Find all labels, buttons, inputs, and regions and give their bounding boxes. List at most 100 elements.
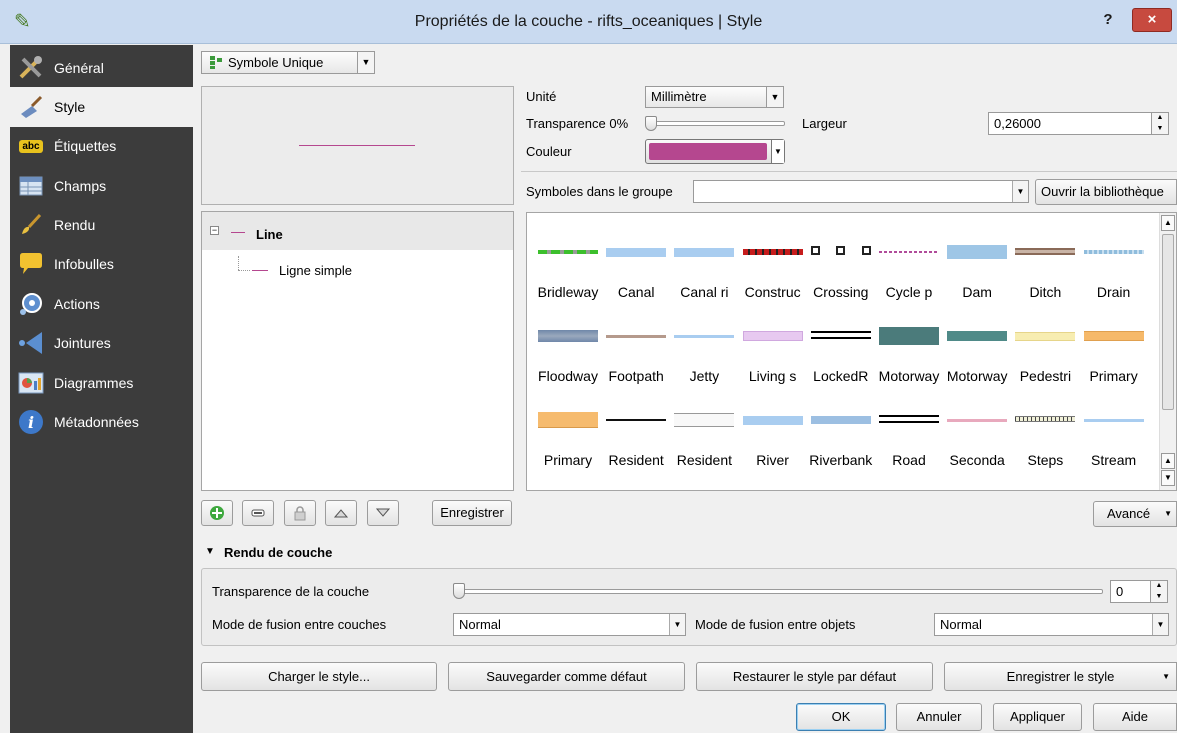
sidebar-item-style[interactable]: Style [10,87,193,127]
symbol-library-item[interactable]: Pedestri [1011,310,1079,386]
symbol-swatch [947,414,1008,426]
add-layer-button[interactable] [201,500,233,526]
symbol-library-item[interactable]: Resident [602,394,670,470]
symbol-library-item[interactable]: Seconda [943,394,1011,470]
remove-layer-button[interactable] [242,500,274,526]
move-up-button[interactable] [325,500,357,526]
sidebar-item-label: Général [54,60,104,76]
symbol-library-item[interactable]: Construc [739,226,807,302]
scrollbar-thumb[interactable] [1162,234,1174,410]
symbol-library-item[interactable]: Stream [1080,394,1148,470]
section-collapse-icon[interactable]: ▼ [205,546,215,557]
save-symbol-button[interactable]: Enregistrer [432,500,512,526]
symbol-library-item[interactable]: Footpath [602,310,670,386]
sidebar-item-diagrams[interactable]: Diagrammes [10,363,193,403]
apply-button[interactable]: Appliquer [993,703,1082,731]
unit-select[interactable]: Millimètre ▼ [645,86,784,108]
symbol-library-item[interactable]: Bridleway [534,226,602,302]
symbol-library-item[interactable]: Jetty [670,310,738,386]
load-style-button[interactable]: Charger le style... [201,662,437,691]
scroll-down-button[interactable]: ▼ [1161,470,1175,486]
symbol-swatch [810,330,871,342]
sidebar-item-joins[interactable]: Jointures [10,323,193,363]
spinner-arrows[interactable]: ▲ ▼ [1151,113,1168,134]
sidebar-item-metadata[interactable]: i Métadonnées [10,402,193,442]
layer-blend-select[interactable]: Normal ▼ [453,613,686,636]
symbol-library-item[interactable]: Motorway [943,310,1011,386]
symbol-label: Motorway [946,368,1008,384]
symbol-library-item[interactable]: Cycle p [875,226,943,302]
symbol-library-item[interactable]: Riverbank [807,394,875,470]
unit-label: Unité [526,89,557,104]
symbol-label: Drain [1096,284,1131,300]
ok-button[interactable]: OK [796,703,886,731]
symbol-library-item[interactable]: River [739,394,807,470]
close-button[interactable]: × [1132,8,1172,32]
symbol-library-item[interactable]: Crossing [807,226,875,302]
color-swatch [649,143,767,160]
symbol-library-item[interactable]: Living s [739,310,807,386]
advanced-button[interactable]: Avancé ▼ [1093,501,1177,527]
sidebar-item-render[interactable]: Rendu [10,205,193,245]
symbol-library-item[interactable]: Ditch [1011,226,1079,302]
symbol-swatch [606,330,667,342]
tree-row-line[interactable] [202,212,513,250]
join-arrow-icon [18,330,44,356]
save-default-button[interactable]: Sauvegarder comme défaut [448,662,685,691]
slider-handle[interactable] [453,583,465,599]
symbol-library-item[interactable]: Floodway [534,310,602,386]
color-label: Couleur [526,144,572,159]
symbol-library-item[interactable]: Resident [670,394,738,470]
transparency-slider[interactable] [645,121,785,126]
symbol-library-item[interactable]: Road [875,394,943,470]
vertical-scrollbar[interactable]: ▲ ▲ ▼ [1159,213,1176,490]
layer-transparency-slider[interactable] [455,589,1103,594]
symbol-library-item[interactable]: LockedR [807,310,875,386]
color-button[interactable]: ▼ [645,139,785,164]
spinner-arrows[interactable]: ▲ ▼ [1150,581,1167,602]
scroll-up-button[interactable]: ▲ [1161,453,1175,469]
help-button[interactable]: Aide [1093,703,1177,731]
chevron-down-icon: ▼ [1152,614,1168,635]
move-down-button[interactable] [367,500,399,526]
symbol-group-select[interactable]: ▼ [693,180,1029,203]
sidebar-item-fields[interactable]: Champs [10,166,193,206]
symbol-library-item[interactable]: Drain [1080,226,1148,302]
chevron-down-icon: ▼ [357,52,374,73]
open-library-button[interactable]: Ouvrir la bibliothèque [1035,179,1177,205]
symbol-library-item[interactable]: Canal [602,226,670,302]
tree-branch [238,256,239,270]
sidebar-item-actions[interactable]: Actions [10,284,193,324]
save-style-button[interactable]: Enregistrer le style ▼ [944,662,1177,691]
lock-layer-button[interactable] [284,500,316,526]
sidebar-item-label: Métadonnées [54,414,139,430]
scroll-up-button[interactable]: ▲ [1161,215,1175,231]
layer-blend-value: Normal [459,617,501,632]
feature-blend-label: Mode de fusion entre objets [695,617,856,632]
collapse-toggle[interactable]: − [210,226,219,235]
sidebar-item-tooltips[interactable]: Infobulles [10,244,193,284]
symbol-label: Bridleway [537,284,599,300]
symbol-swatch [1083,414,1144,426]
feature-blend-select[interactable]: Normal ▼ [934,613,1169,636]
width-spinbox[interactable]: 0,26000 ▲ ▼ [988,112,1169,135]
symbol-library-item[interactable]: Steps [1011,394,1079,470]
help-title-button[interactable]: ? [1093,10,1123,32]
symbol-library-item[interactable]: Motorway [875,310,943,386]
layer-transparency-spinbox[interactable]: 0 ▲ ▼ [1110,580,1168,603]
renderer-type-select[interactable]: Symbole Unique ▼ [201,51,375,74]
tree-child-label[interactable]: Ligne simple [279,263,352,278]
symbol-library-item[interactable]: Primary [1080,310,1148,386]
restore-default-button[interactable]: Restaurer le style par défaut [696,662,933,691]
sidebar-item-labels[interactable]: abc Étiquettes [10,126,193,166]
slider-handle[interactable] [645,116,657,131]
window-title: Propriétés de la couche - rifts_oceaniqu… [414,13,763,30]
symbol-library-item[interactable]: Canal ri [670,226,738,302]
symbol-swatch [538,330,598,342]
sidebar-item-general[interactable]: Général [10,48,193,88]
sidebar-nav: Général Style abc Étiquettes Champs Rend… [10,45,193,733]
symbol-library-item[interactable]: Primary [534,394,602,470]
cancel-button[interactable]: Annuler [896,703,982,731]
symbol-library-item[interactable]: Dam [943,226,1011,302]
lock-icon [294,506,306,521]
